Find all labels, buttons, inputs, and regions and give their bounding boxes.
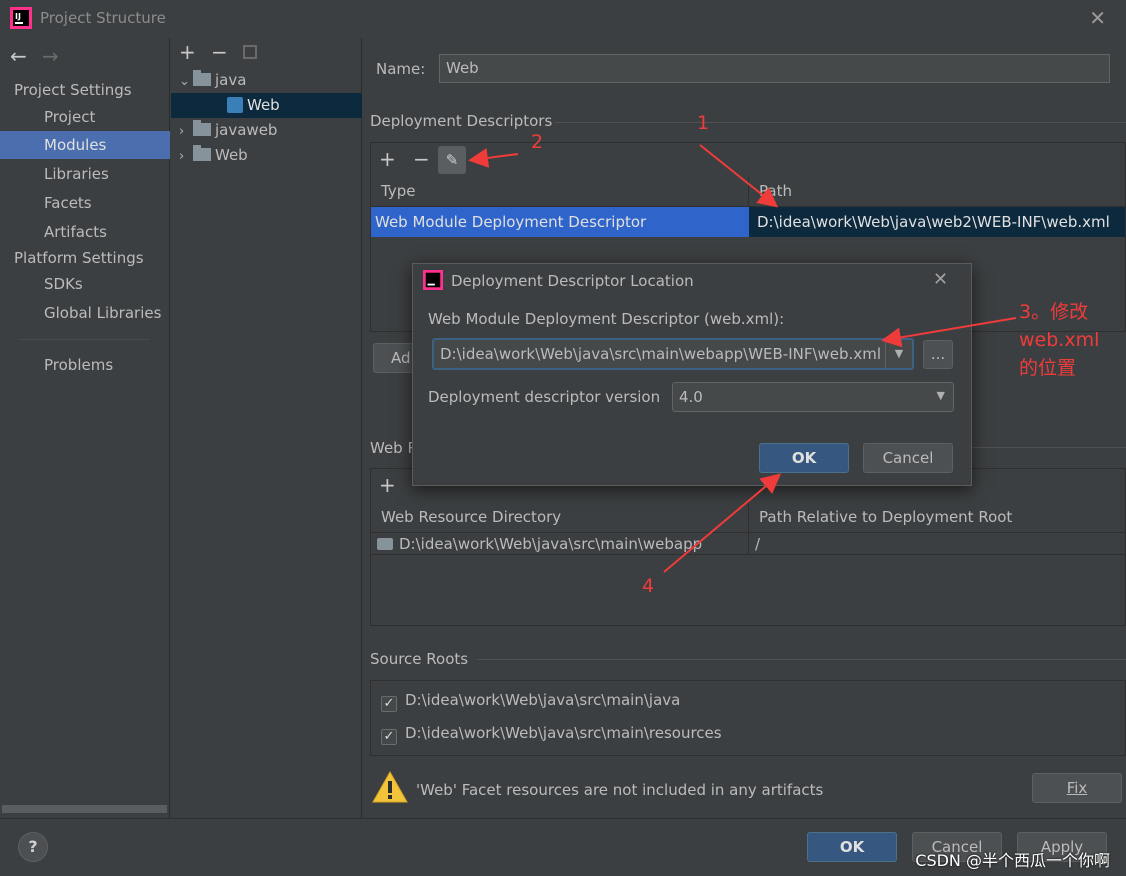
annotation-arrow-4 bbox=[663, 473, 782, 573]
annotation-1: 1 bbox=[697, 112, 710, 134]
help-button[interactable]: ? bbox=[18, 832, 48, 862]
annotation-4: 4 bbox=[642, 575, 655, 597]
annotation-arrow-1 bbox=[699, 144, 779, 208]
annotation-2: 2 bbox=[531, 131, 544, 153]
annotation-arrow-3 bbox=[881, 317, 1017, 348]
annotation-arrows bbox=[468, 144, 1017, 573]
dialog-footer: ? OK Cancel Apply CSDN @半个西瓜一个你啊 bbox=[0, 818, 1126, 876]
annotation-arrow-2 bbox=[468, 148, 519, 168]
annotation-3: 3。修改 web.xml 的位置 bbox=[1019, 301, 1100, 379]
watermark: CSDN @半个西瓜一个你啊 bbox=[915, 851, 1110, 870]
ok-button[interactable]: OK bbox=[807, 832, 897, 862]
